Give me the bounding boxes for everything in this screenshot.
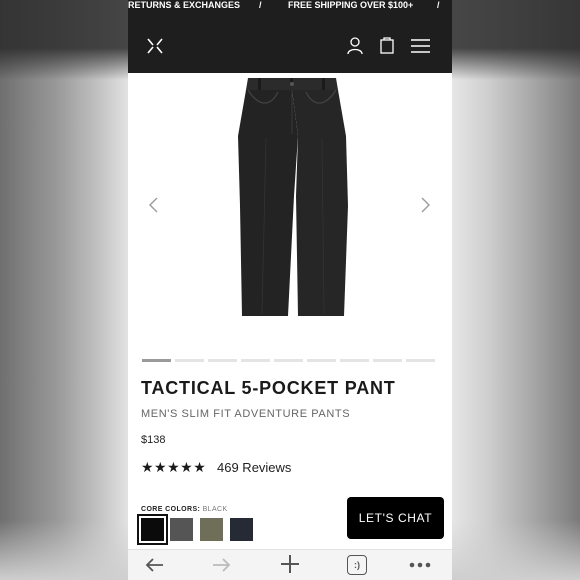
gallery-dot[interactable] <box>274 359 303 362</box>
browser-toolbar: :) <box>128 549 452 580</box>
tabs-button[interactable]: :) <box>347 555 367 575</box>
promo-bar: RETURNS & EXCHANGES / FREE SHIPPING OVER… <box>128 0 452 12</box>
chevron-left-icon[interactable] <box>147 196 161 214</box>
star-rating-icon: ★★★★★ <box>141 459 207 475</box>
core-colors-label: CORE COLORS: BLACK <box>141 506 228 513</box>
gallery-dot[interactable] <box>175 359 204 362</box>
gallery-dot[interactable] <box>208 359 237 362</box>
arrow-right-icon[interactable] <box>212 556 232 574</box>
user-icon[interactable] <box>347 37 363 55</box>
gallery-dot[interactable] <box>340 359 369 362</box>
color-swatch-charcoal[interactable] <box>170 518 193 541</box>
color-swatch-navy[interactable] <box>230 518 253 541</box>
gallery-dot[interactable] <box>307 359 336 362</box>
gallery-dot[interactable] <box>406 359 435 362</box>
chevron-right-icon[interactable] <box>418 196 432 214</box>
shopping-bag-icon[interactable] <box>380 36 394 54</box>
core-colors-heading: CORE COLORS: <box>141 506 201 513</box>
lets-chat-button[interactable]: LET'S CHAT <box>347 497 444 539</box>
color-swatch-black[interactable] <box>137 514 168 545</box>
reviews-link[interactable]: 469 Reviews <box>217 460 291 475</box>
gallery-dot[interactable] <box>142 359 171 362</box>
product-title: TACTICAL 5-POCKET PANT <box>141 378 396 398</box>
gallery-dot[interactable] <box>373 359 402 362</box>
gallery-dot[interactable] <box>241 359 270 362</box>
product-price: $138 <box>141 434 166 446</box>
product-subtitle: MEN'S SLIM FIT ADVENTURE PANTS <box>141 408 351 420</box>
hamburger-menu-icon[interactable] <box>411 39 430 53</box>
tabs-label: :) <box>354 560 360 570</box>
plus-icon[interactable] <box>280 554 300 574</box>
promo-shipping-link[interactable]: FREE SHIPPING OVER $100+ <box>288 0 413 10</box>
phone-screen: RETURNS & EXCHANGES / FREE SHIPPING OVER… <box>128 0 452 580</box>
arrow-left-icon[interactable] <box>144 556 164 574</box>
x-logo-icon[interactable] <box>146 38 164 54</box>
promo-separator: / <box>259 0 262 10</box>
black-pants-image[interactable] <box>218 76 368 321</box>
promo-separator: / <box>437 0 440 10</box>
site-header <box>128 12 452 73</box>
more-dots-icon[interactable] <box>409 562 431 568</box>
selected-color-name: BLACK <box>202 506 228 513</box>
color-swatch-olive[interactable] <box>200 518 223 541</box>
promo-returns-link[interactable]: RETURNS & EXCHANGES <box>128 0 240 10</box>
